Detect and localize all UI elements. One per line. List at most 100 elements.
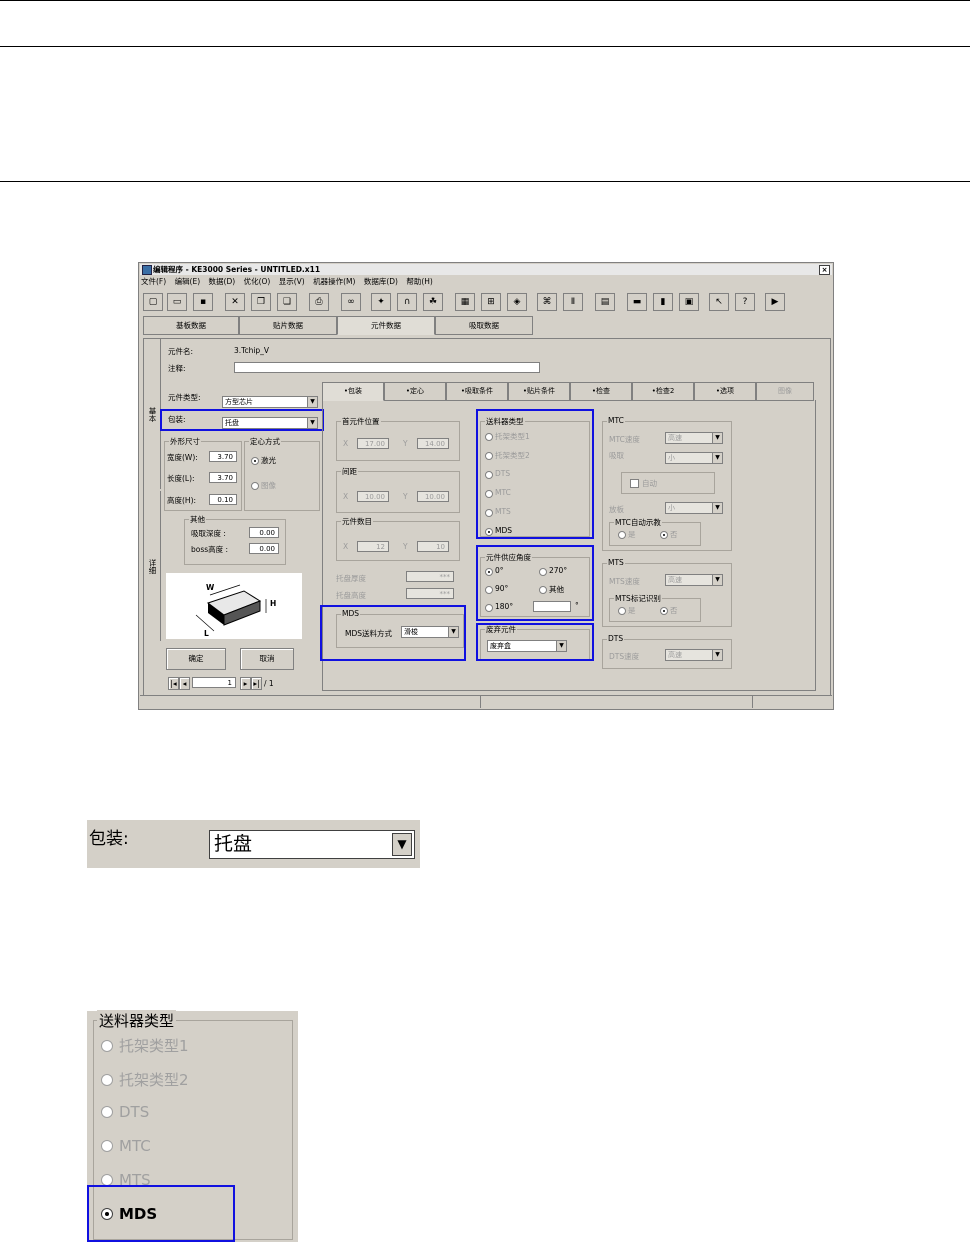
pick-depth-input[interactable]: 0.00 (249, 527, 279, 538)
colors-icon[interactable]: ☘ (423, 293, 443, 311)
zoom-feeder-panel: 送料器类型 托架类型1 托架类型2 DTS MTC MTS MDS (87, 1010, 298, 1242)
open-folder-icon[interactable]: ▭ (167, 293, 187, 311)
new-file-icon[interactable]: ▢ (143, 293, 163, 311)
menu-view[interactable]: 显示(V) (279, 277, 305, 286)
side-tab-basic[interactable]: 基本 (144, 339, 161, 489)
library-icon[interactable]: ▣ (679, 293, 699, 311)
pitch-y-input[interactable]: 10.00 (417, 491, 449, 502)
tab-pick-data[interactable]: 吸取数据 (435, 316, 533, 335)
menu-database[interactable]: 数据库(D) (364, 277, 398, 286)
help-icon[interactable]: ? (735, 293, 755, 311)
axis-i-icon[interactable]: Ⅱ (563, 293, 583, 311)
last-page-button[interactable]: ▸| (251, 677, 262, 690)
calc-icon[interactable]: ▤ (595, 293, 615, 311)
page-input[interactable]: 1 (192, 677, 236, 688)
mts-no-radio[interactable] (660, 607, 668, 615)
count-y-input[interactable]: 10 (417, 541, 449, 552)
save-icon[interactable]: ▪ (193, 293, 213, 311)
subtab-check2[interactable]: •检查2 (632, 382, 694, 401)
section-rule (0, 181, 970, 182)
pitch-x-input[interactable]: 10.00 (357, 491, 389, 502)
mtc-yes-radio[interactable] (618, 531, 626, 539)
chevron-down-icon: ▼ (392, 833, 412, 856)
tray-thickness-input[interactable]: *** (406, 571, 454, 582)
feeder-icon[interactable]: ▬ (627, 293, 647, 311)
component-type-select[interactable]: 方型芯片 ▼ (222, 396, 318, 408)
nozzle-icon[interactable]: ◈ (507, 293, 527, 311)
first-pos-y-input[interactable]: 14.00 (417, 438, 449, 449)
radio-icon (101, 1106, 113, 1118)
side-tab-detail[interactable]: 详细 (144, 491, 161, 641)
subtab-package[interactable]: •包装 (322, 382, 384, 401)
first-page-button[interactable]: |◂ (168, 677, 179, 690)
tray-height-input[interactable]: *** (406, 588, 454, 599)
subtab-image[interactable]: 图像 (756, 382, 814, 401)
grid-icon[interactable]: ▦ (455, 293, 475, 311)
page-total: / 1 (264, 679, 274, 688)
chevron-down-icon: ▼ (712, 433, 722, 443)
cancel-button[interactable]: 取消 (240, 648, 294, 670)
magnet-icon[interactable]: ∩ (397, 293, 417, 311)
centering-laser-radio[interactable] (251, 457, 259, 465)
centering-image-radio[interactable] (251, 482, 259, 490)
mts-speed-select[interactable]: 高速 ▼ (665, 574, 723, 586)
book-icon[interactable]: ▮ (653, 293, 673, 311)
header-rule (0, 46, 970, 47)
subtab-check[interactable]: •检查 (570, 382, 632, 401)
ok-button[interactable]: 确定 (166, 648, 226, 670)
dts-group: DTS DTS速度 高速 ▼ (602, 634, 732, 669)
editor-window: 编辑程序 - KE3000 Series - UNTITLED.x11 × 文件… (138, 262, 834, 710)
count-x-input[interactable]: 12 (357, 541, 389, 552)
copy-icon[interactable]: ❐ (251, 293, 271, 311)
other-group: 其他 吸取深度 : 0.00 boss高度 : 0.00 (184, 514, 286, 565)
next-page-button[interactable]: ▸ (240, 677, 251, 690)
mtc-auto-checkbox[interactable] (630, 479, 639, 488)
mtc-pick-select[interactable]: 小 ▼ (665, 452, 723, 464)
mtc-no-radio[interactable] (660, 531, 668, 539)
zoom-package-select[interactable]: 托盘 ▼ (209, 830, 415, 859)
dts-speed-select[interactable]: 高速 ▼ (665, 649, 723, 661)
tray-icon[interactable]: ⊞ (481, 293, 501, 311)
component-data-pane: 基本 详细 元件名: 3.Tchip_V 注释: 元件类型: 方型芯片 ▼ 包装… (143, 338, 831, 696)
radio-icon (101, 1074, 113, 1086)
chevron-down-icon: ▼ (712, 575, 722, 585)
zoom-feeder-option[interactable]: DTS (101, 1103, 149, 1121)
prev-page-button[interactable]: ◂ (179, 677, 190, 690)
menu-help[interactable]: 帮助(H) (406, 277, 433, 286)
tab-component-data[interactable]: 元件数据 (337, 316, 435, 335)
menu-data[interactable]: 数据(D) (209, 277, 236, 286)
mtc-speed-select[interactable]: 高速 ▼ (665, 432, 723, 444)
tab-mount-data[interactable]: 贴片数据 (239, 316, 337, 335)
axis-x-icon[interactable]: ⌘ (537, 293, 557, 311)
mtc-auto-teach-group: MTC自动示教 是 否 (609, 517, 701, 546)
close-button[interactable]: × (819, 265, 830, 275)
paste-icon[interactable]: ❏ (277, 293, 297, 311)
component-diagram: W H L (166, 573, 302, 639)
height-input[interactable]: 0.10 (209, 494, 237, 505)
tab-board-data[interactable]: 基板数据 (143, 316, 239, 335)
bulb-icon[interactable]: ✦ (371, 293, 391, 311)
subtab-centering[interactable]: •定心 (384, 382, 446, 401)
mtc-lower-select[interactable]: 小 ▼ (665, 502, 723, 514)
menu-optimize[interactable]: 优化(O) (244, 277, 271, 286)
subtab-mount-cond[interactable]: •贴片条件 (508, 382, 570, 401)
menu-file[interactable]: 文件(F) (141, 277, 166, 286)
length-input[interactable]: 3.70 (209, 472, 237, 483)
boss-height-input[interactable]: 0.00 (249, 543, 279, 554)
first-pos-x-input[interactable]: 17.00 (357, 438, 389, 449)
menu-edit[interactable]: 编辑(E) (175, 277, 201, 286)
subtab-options[interactable]: •选项 (694, 382, 756, 401)
find-icon[interactable]: ∞ (341, 293, 361, 311)
mts-yes-radio[interactable] (618, 607, 626, 615)
print-icon[interactable]: ⎙ (309, 293, 329, 311)
comment-input[interactable] (234, 362, 540, 373)
zoom-feeder-option[interactable]: 托架类型2 (101, 1069, 189, 1090)
cut-icon[interactable]: ✕ (225, 293, 245, 311)
subtab-pick-cond[interactable]: •吸取条件 (446, 382, 508, 401)
run-icon[interactable]: ▶ (765, 293, 785, 311)
menu-machine[interactable]: 机器操作(M) (313, 277, 355, 286)
context-help-icon[interactable]: ↖ (709, 293, 729, 311)
width-input[interactable]: 3.70 (209, 451, 237, 462)
zoom-feeder-option[interactable]: 托架类型1 (101, 1035, 189, 1056)
zoom-feeder-option[interactable]: MTC (101, 1137, 151, 1155)
